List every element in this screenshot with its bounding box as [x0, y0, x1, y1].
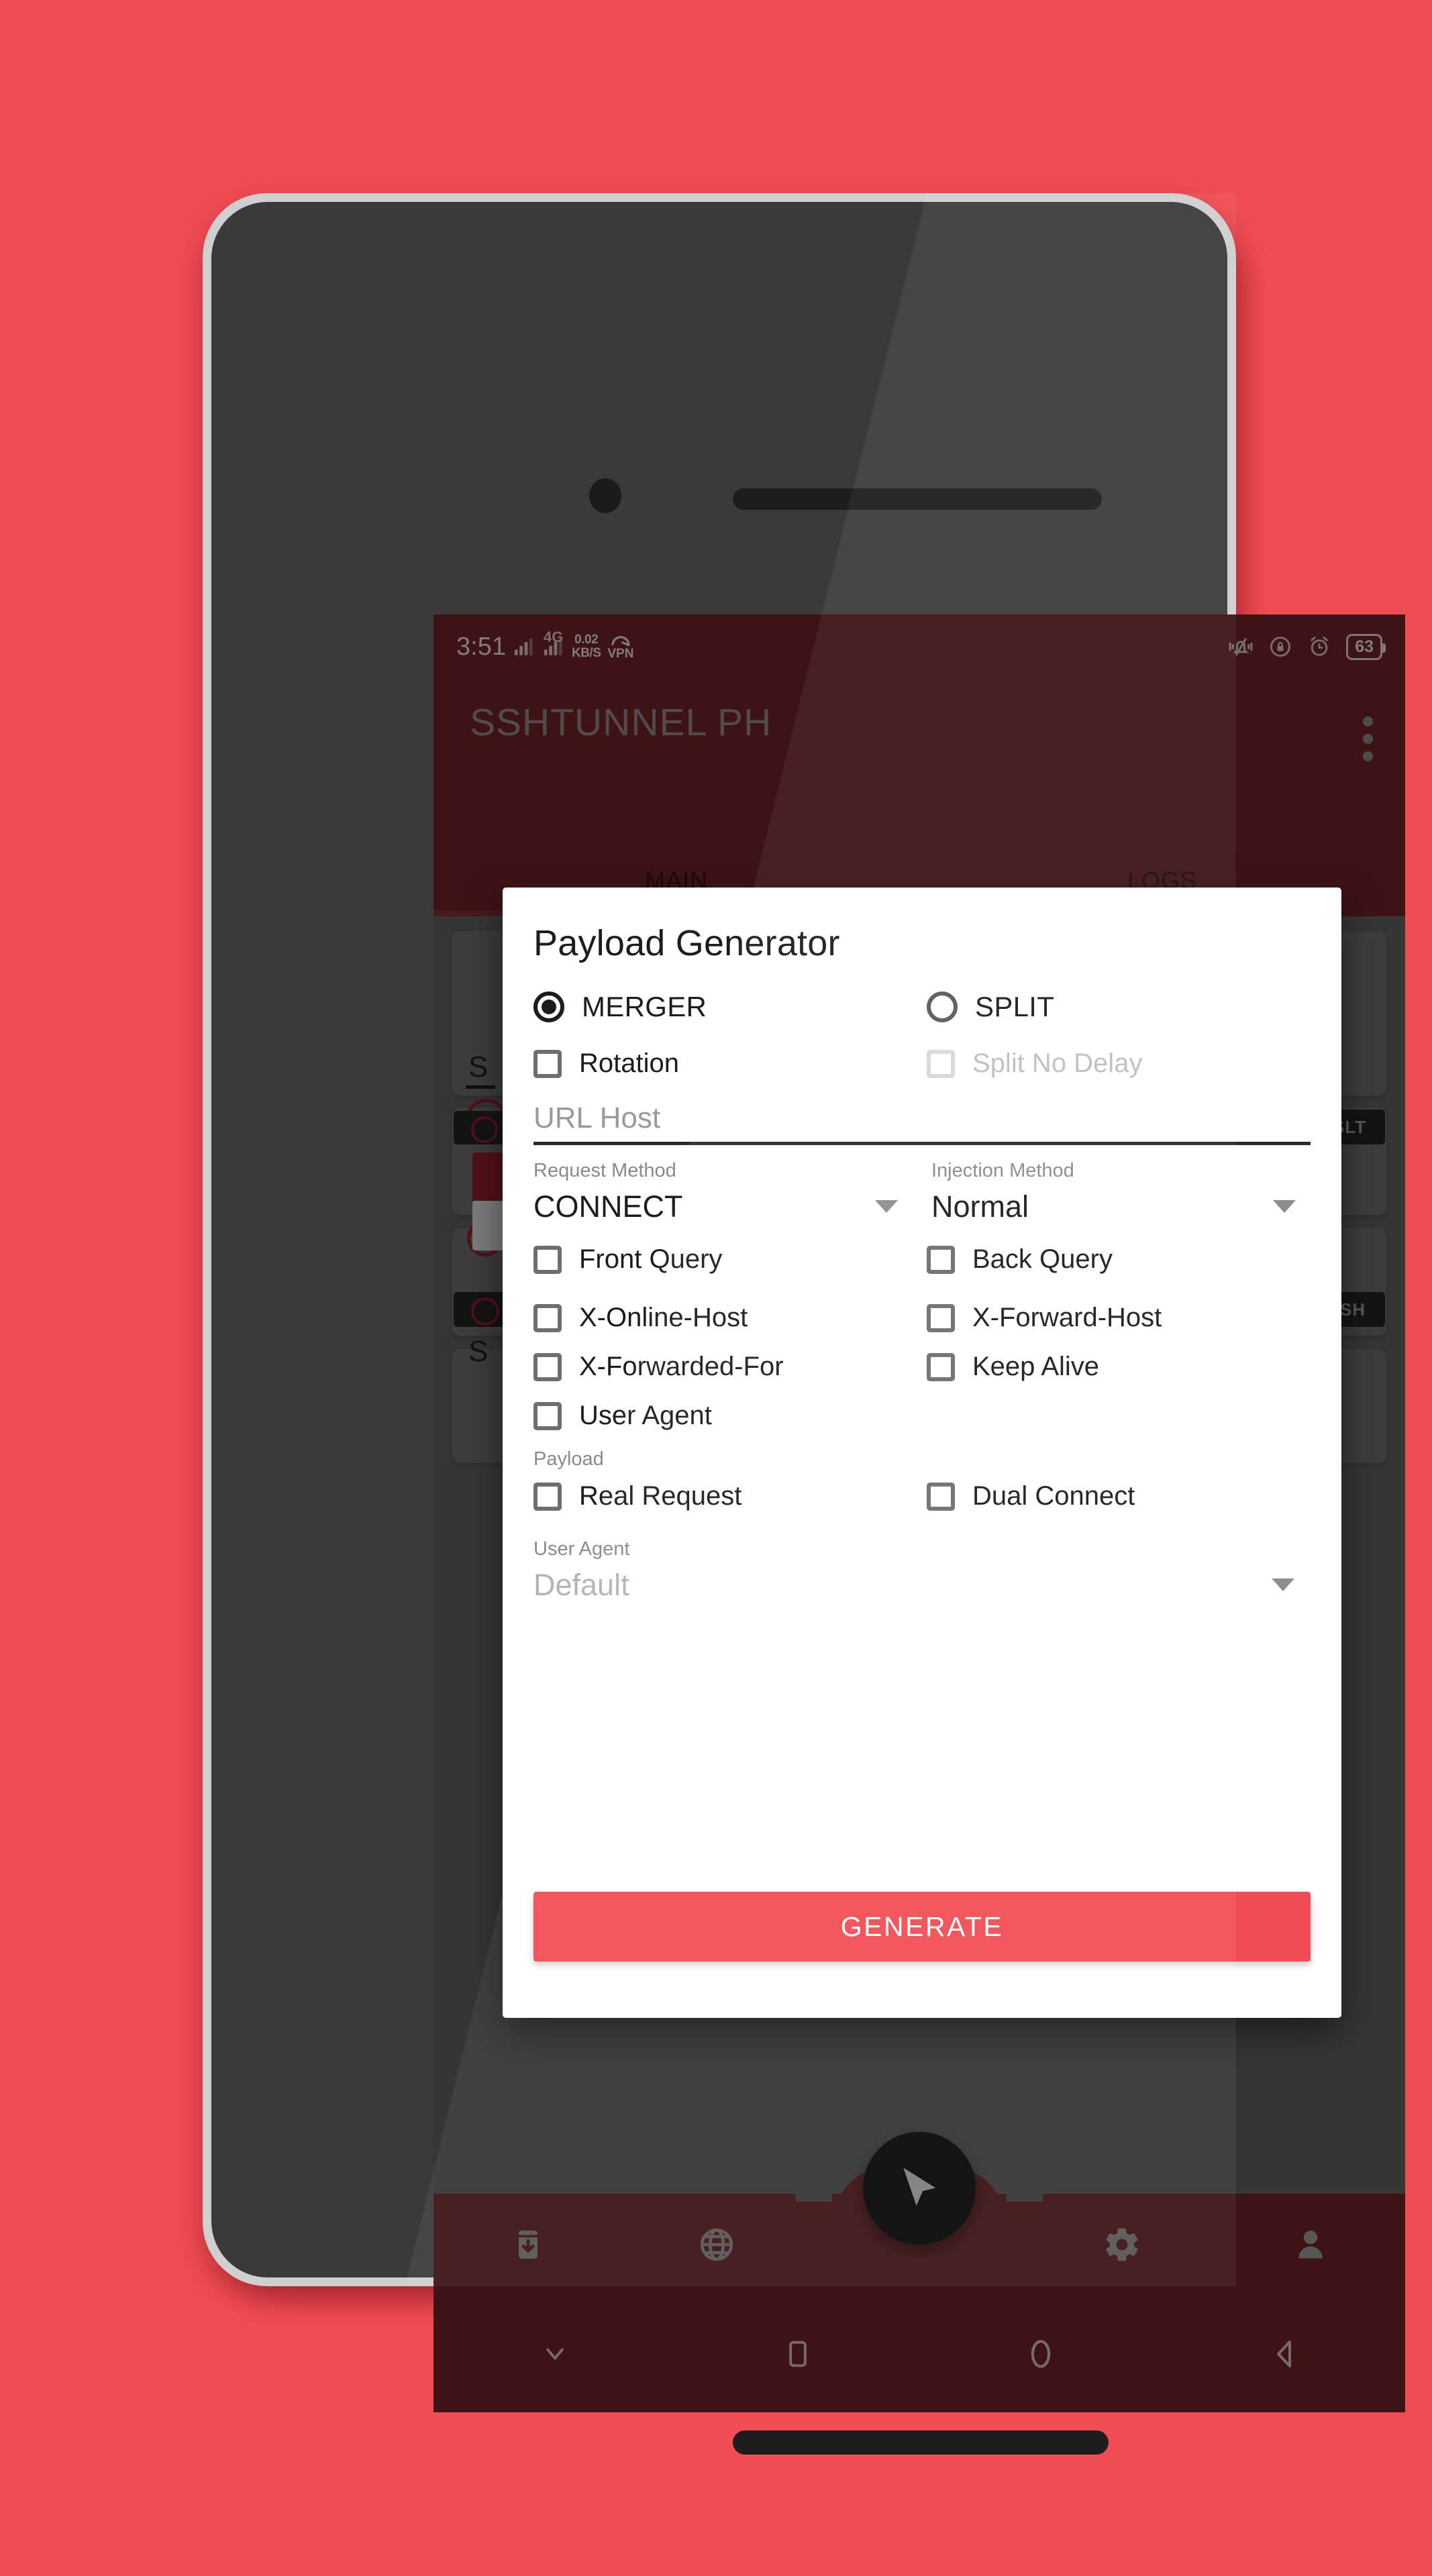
- checkbox-user-agent-label: User Agent: [579, 1401, 712, 1430]
- checkbox-dual-connect-label: Dual Connect: [972, 1481, 1135, 1511]
- checkbox-dual-connect-box: [927, 1482, 955, 1511]
- checkbox-keep-alive[interactable]: Keep Alive: [917, 1352, 1311, 1382]
- checkbox-user-agent[interactable]: User Agent: [533, 1401, 922, 1431]
- radio-split[interactable]: SPLIT: [917, 991, 1311, 1023]
- checkbox-user-agent-box: [533, 1401, 562, 1430]
- checkbox-x-online-host[interactable]: X-Online-Host: [533, 1303, 917, 1333]
- generate-button[interactable]: GENERATE: [533, 1892, 1311, 1962]
- checkbox-x-forward-host[interactable]: X-Forward-Host: [917, 1303, 1311, 1333]
- checkbox-back-query-box: [927, 1245, 955, 1274]
- checkbox-split-no-delay-box: [927, 1049, 955, 1078]
- checkbox-real-request[interactable]: Real Request: [533, 1481, 917, 1511]
- checkbox-back-query-label: Back Query: [972, 1244, 1113, 1274]
- url-host-placeholder: URL Host: [533, 1102, 661, 1134]
- front-camera-icon: [589, 478, 621, 513]
- checkbox-rotation[interactable]: Rotation: [533, 1049, 917, 1079]
- checkbox-front-query-label: Front Query: [579, 1244, 723, 1274]
- earpiece-speaker: [733, 488, 1102, 510]
- checkbox-split-no-delay: Split No Delay: [917, 1049, 1311, 1079]
- checkbox-front-query-box: [533, 1245, 562, 1274]
- chevron-down-icon: [1273, 1200, 1296, 1213]
- request-method-select[interactable]: Request Method CONNECT: [533, 1160, 922, 1222]
- request-method-caption: Request Method: [533, 1160, 676, 1181]
- checkbox-x-forward-host-box: [927, 1303, 955, 1332]
- checkbox-real-request-label: Real Request: [579, 1481, 742, 1511]
- user-agent-select[interactable]: User Agent Default: [533, 1538, 1311, 1600]
- user-agent-value: Default: [533, 1568, 629, 1602]
- url-host-field[interactable]: URL Host: [533, 1102, 1311, 1145]
- injection-method-select[interactable]: Injection Method Normal: [922, 1160, 1311, 1222]
- checkbox-x-forward-host-label: X-Forward-Host: [972, 1303, 1162, 1332]
- user-agent-caption: User Agent: [533, 1538, 630, 1560]
- radio-merger-indicator: [533, 991, 564, 1022]
- payload-section-caption: Payload: [533, 1448, 604, 1470]
- checkbox-rotation-box: [533, 1049, 562, 1078]
- dialog-title: Payload Generator: [533, 923, 840, 963]
- checkbox-back-query[interactable]: Back Query: [917, 1244, 1311, 1275]
- checkbox-front-query[interactable]: Front Query: [533, 1244, 917, 1275]
- injection-method-value: Normal: [931, 1189, 1029, 1224]
- checkbox-rotation-label: Rotation: [579, 1049, 679, 1078]
- backdrop: 3:51 4G 0.02 KB/S VPN 63 SSHTUNNEL PH MA…: [0, 0, 1432, 2576]
- chevron-down-icon: [1272, 1578, 1294, 1591]
- checkbox-split-no-delay-label: Split No Delay: [972, 1049, 1143, 1078]
- request-method-value: CONNECT: [533, 1189, 683, 1224]
- checkbox-dual-connect[interactable]: Dual Connect: [917, 1481, 1311, 1511]
- checkbox-x-forwarded-for-label: X-Forwarded-For: [579, 1352, 784, 1381]
- radio-merger[interactable]: MERGER: [533, 991, 917, 1023]
- radio-split-label: SPLIT: [975, 991, 1055, 1022]
- checkbox-x-forwarded-for-box: [533, 1352, 562, 1381]
- checkbox-real-request-box: [533, 1482, 562, 1511]
- phone-device: 3:51 4G 0.02 KB/S VPN 63 SSHTUNNEL PH MA…: [203, 193, 1405, 2455]
- chevron-down-icon: [875, 1200, 898, 1213]
- bottom-speaker: [733, 2430, 1109, 2455]
- checkbox-x-online-host-box: [533, 1303, 562, 1332]
- checkbox-x-online-host-label: X-Online-Host: [579, 1303, 748, 1332]
- checkbox-keep-alive-label: Keep Alive: [972, 1352, 1100, 1381]
- injection-method-caption: Injection Method: [931, 1160, 1074, 1181]
- checkbox-x-forwarded-for[interactable]: X-Forwarded-For: [533, 1352, 917, 1382]
- checkbox-keep-alive-box: [927, 1352, 955, 1381]
- radio-split-indicator: [927, 991, 958, 1022]
- radio-merger-label: MERGER: [582, 991, 707, 1022]
- payload-generator-dialog: Payload Generator MERGER SPLIT Rotation: [503, 888, 1341, 2018]
